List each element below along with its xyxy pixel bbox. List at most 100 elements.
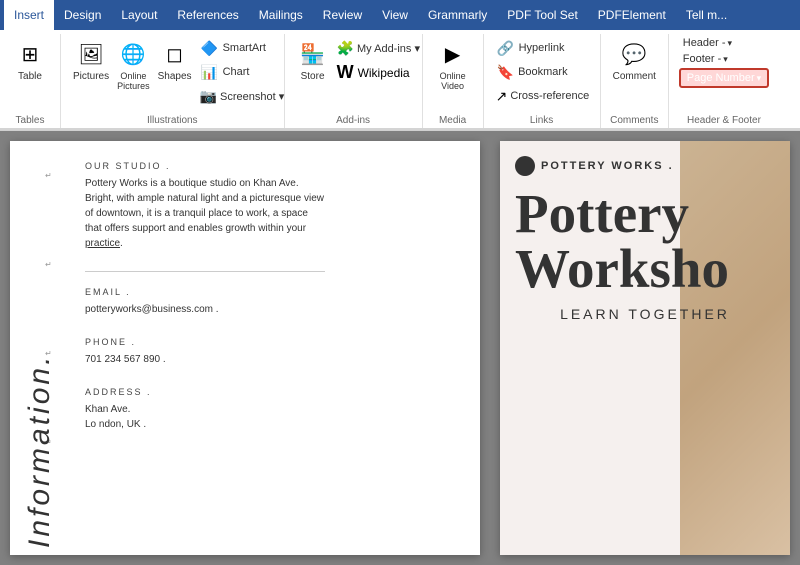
hyperlink-icon: 🔗 <box>496 38 516 58</box>
ribbon-group-media: ▶ OnlineVideo Media <box>423 34 484 128</box>
page-number-label: Page Number <box>687 72 755 84</box>
shapes-icon: ◻ <box>159 38 191 70</box>
email-value: potteryworks@business.com . <box>85 302 325 317</box>
smartart-icon: 🔷 <box>200 38 220 58</box>
rotated-title: Information. <box>23 354 56 548</box>
header-button[interactable]: Header - ▾ <box>679 36 769 50</box>
address-heading: ADDRESS . <box>85 387 460 397</box>
tab-tell-me[interactable]: Tell m... <box>676 0 737 30</box>
online-pictures-icon: 🌐 <box>117 38 149 70</box>
phone-section: PHONE . 701 234 567 890 . <box>85 337 460 367</box>
table-icon: ⊞ <box>14 38 46 70</box>
pottery-logo: POTTERY WORKS . <box>515 156 775 176</box>
my-addins-label: My Add-ins ▾ <box>357 42 420 55</box>
pottery-logo-circle <box>515 156 535 176</box>
margin-mark-1: ↵ <box>45 171 65 180</box>
pictures-icon: 🖼 <box>75 38 107 70</box>
pictures-label: Pictures <box>73 71 109 82</box>
cross-reference-label: Cross-reference <box>510 90 589 102</box>
smartart-button[interactable]: 🔷 SmartArt <box>196 36 276 60</box>
screenshot-label: Screenshot ▾ <box>220 90 284 103</box>
online-pictures-label: OnlinePictures <box>117 71 150 91</box>
online-pictures-button[interactable]: 🌐 OnlinePictures <box>113 36 154 93</box>
cross-reference-button[interactable]: ↗ Cross-reference <box>492 84 592 108</box>
online-video-icon: ▶ <box>437 38 469 70</box>
right-document-page: POTTERY WORKS . PotteryWorksho LEARN TOG… <box>500 141 790 555</box>
chart-icon: 📊 <box>200 62 220 82</box>
store-label: Store <box>301 71 325 82</box>
wikipedia-label: Wikipedia <box>358 66 410 80</box>
email-heading: EMAIL . <box>85 287 460 297</box>
media-group-label: Media <box>423 115 483 126</box>
addins-icon: 🧩 <box>337 38 354 58</box>
address-line2: Lo ndon, UK . <box>85 417 325 432</box>
screenshot-button[interactable]: 📷 Screenshot ▾ <box>196 84 276 108</box>
pictures-button[interactable]: 🖼 Pictures <box>69 36 113 84</box>
wikipedia-icon: W <box>337 62 354 83</box>
tab-review[interactable]: Review <box>313 0 372 30</box>
tab-mailings[interactable]: Mailings <box>249 0 313 30</box>
section-divider-1 <box>85 271 325 272</box>
header-label: Header - <box>683 37 726 49</box>
store-button[interactable]: 🏪 Store <box>293 36 333 84</box>
online-video-button[interactable]: ▶ OnlineVideo <box>431 36 475 93</box>
header-footer-group-label: Header & Footer <box>669 115 779 126</box>
ribbon-group-addins: 🏪 Store 🧩 My Add-ins ▾ W Wikipedia Add-i… <box>285 34 423 128</box>
page-number-arrow-icon: ▾ <box>757 73 762 84</box>
studio-text: Pottery Works is a boutique studio on Kh… <box>85 176 325 251</box>
tab-pdf-tool-set[interactable]: PDF Tool Set <box>497 0 587 30</box>
phone-heading: PHONE . <box>85 337 460 347</box>
tab-design[interactable]: Design <box>54 0 111 30</box>
comment-button[interactable]: 💬 Comment <box>609 36 660 84</box>
footer-button[interactable]: Footer - ▾ <box>679 52 769 66</box>
footer-label: Footer - <box>683 53 722 65</box>
main-title: PotteryWorksho <box>515 186 775 296</box>
pottery-logo-text: POTTERY WORKS . <box>541 160 674 172</box>
footer-arrow-icon: ▾ <box>723 54 728 65</box>
store-icon: 🏪 <box>297 38 329 70</box>
ribbon-group-illustrations: 🖼 Pictures 🌐 OnlinePictures ◻ Shapes 🔷 S… <box>61 34 285 128</box>
illustrations-group-label: Illustrations <box>61 115 284 126</box>
margin-mark-2: ↵ <box>45 260 65 269</box>
tab-references[interactable]: References <box>167 0 248 30</box>
ribbon: ⊞ Table Tables 🖼 Pictures 🌐 OnlinePictur… <box>0 30 800 130</box>
address-line1: Khan Ave. <box>85 402 325 417</box>
hyperlink-label: Hyperlink <box>519 42 565 54</box>
phone-value: 701 234 567 890 . <box>85 352 325 367</box>
practice-link[interactable]: practice <box>85 238 120 249</box>
studio-section: OUR STUDIO . Pottery Works is a boutique… <box>85 161 460 251</box>
shapes-button[interactable]: ◻ Shapes <box>154 36 196 84</box>
tab-insert[interactable]: Insert <box>4 0 54 30</box>
cross-ref-icon: ↗ <box>496 86 508 106</box>
tab-grammarly[interactable]: Grammarly <box>418 0 497 30</box>
bookmark-icon: 🔖 <box>496 62 515 82</box>
tables-group-label: Tables <box>0 115 60 126</box>
address-section: ADDRESS . Khan Ave. Lo ndon, UK . <box>85 387 460 432</box>
ribbon-group-tables: ⊞ Table Tables <box>0 34 61 128</box>
learn-together-subtitle: LEARN TOGETHER <box>515 306 775 322</box>
page-number-button[interactable]: Page Number ▾ <box>679 68 769 88</box>
email-section: EMAIL . potteryworks@business.com . <box>85 287 460 317</box>
studio-heading: OUR STUDIO . <box>85 161 460 171</box>
screenshot-icon: 📷 <box>200 86 217 106</box>
bookmark-label: Bookmark <box>518 66 568 78</box>
hyperlink-button[interactable]: 🔗 Hyperlink <box>492 36 572 60</box>
online-video-label: OnlineVideo <box>440 71 466 91</box>
tab-pdfelement[interactable]: PDFElement <box>588 0 676 30</box>
chart-button[interactable]: 📊 Chart <box>196 60 276 84</box>
left-document-page: ↵ ↵ ↵ ↵ Information. OUR STUDIO . Potter… <box>10 141 480 555</box>
ribbon-group-links: 🔗 Hyperlink 🔖 Bookmark ↗ Cross-reference… <box>484 34 601 128</box>
shapes-label: Shapes <box>158 71 192 82</box>
ribbon-tab-bar: Insert Design Layout References Mailings… <box>0 0 800 30</box>
table-button[interactable]: ⊞ Table <box>8 36 52 84</box>
comments-group-label: Comments <box>601 115 668 126</box>
tab-layout[interactable]: Layout <box>111 0 167 30</box>
wikipedia-button[interactable]: W Wikipedia <box>333 60 414 85</box>
smartart-label: SmartArt <box>223 42 266 54</box>
ribbon-group-comments: 💬 Comment Comments <box>601 34 669 128</box>
tab-view[interactable]: View <box>372 0 418 30</box>
comment-label: Comment <box>613 71 656 82</box>
bookmark-button[interactable]: 🔖 Bookmark <box>492 60 572 84</box>
my-addins-button[interactable]: 🧩 My Add-ins ▾ <box>333 36 413 60</box>
comment-icon: 💬 <box>618 38 650 70</box>
